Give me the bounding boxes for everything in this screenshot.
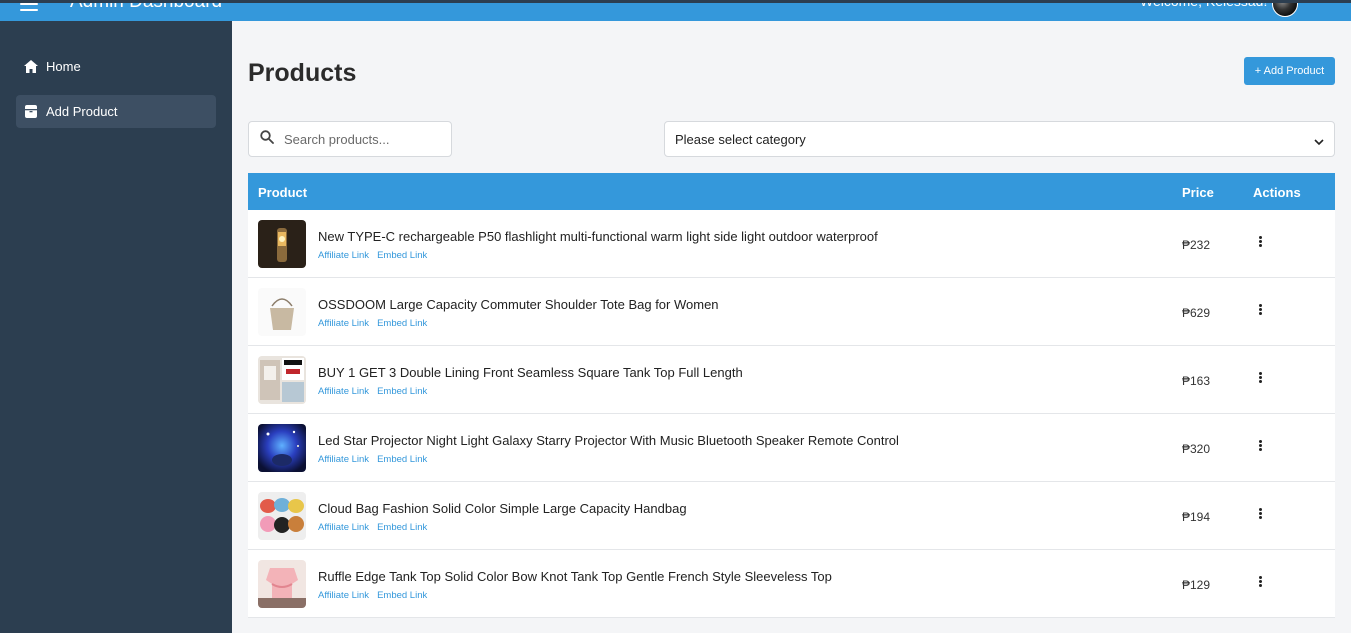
embed-link[interactable]: Embed Link [377,522,427,533]
category-select[interactable]: Please select category [664,121,1335,157]
product-name: OSSDOOM Large Capacity Commuter Shoulder… [318,297,719,312]
column-header-price: Price [1182,185,1214,200]
product-thumbnail [258,560,306,608]
table-row: BUY 1 GET 3 Double Lining Front Seamless… [248,346,1335,414]
sidebar-item-home[interactable]: Home [16,50,216,83]
column-header-actions: Actions [1253,185,1301,200]
product-thumbnail [258,424,306,472]
home-icon [24,60,38,74]
table-row: Led Star Projector Night Light Galaxy St… [248,414,1335,482]
embed-link[interactable]: Embed Link [377,590,427,601]
product-name: Led Star Projector Night Light Galaxy St… [318,433,899,448]
product-name: Ruffle Edge Tank Top Solid Color Bow Kno… [318,569,832,584]
product-name: New TYPE-C rechargeable P50 flashlight m… [318,229,878,244]
sidebar-item-label: Add Product [46,104,118,119]
search-input[interactable] [284,131,444,147]
product-price: ₱629 [1182,306,1211,320]
table-row: Ruffle Edge Tank Top Solid Color Bow Kno… [248,550,1335,618]
category-select-value: Please select category [675,131,806,147]
top-bar: Admin Dashboard Welcome, Kelessad! [0,0,1351,21]
embed-link[interactable]: Embed Link [377,318,427,329]
product-price: ₱163 [1182,374,1211,388]
product-price: ₱129 [1182,578,1211,592]
more-actions-icon[interactable] [1254,304,1266,318]
page-title: Products [248,59,357,87]
product-price: ₱232 [1182,238,1211,252]
app-title: Admin Dashboard [70,0,223,12]
embed-link[interactable]: Embed Link [377,454,427,465]
affiliate-link[interactable]: Affiliate Link [318,590,369,601]
affiliate-link[interactable]: Affiliate Link [318,318,369,329]
product-price: ₱194 [1182,510,1211,524]
table-header: Product Price Actions [248,173,1335,210]
affiliate-link[interactable]: Affiliate Link [318,454,369,465]
chevron-down-icon [1314,134,1324,149]
affiliate-link[interactable]: Affiliate Link [318,522,369,533]
add-product-button[interactable]: + Add Product [1244,57,1335,85]
sidebar-item-add-product[interactable]: Add Product [16,95,216,128]
search-icon [260,129,274,149]
column-header-product: Product [258,185,308,200]
main-content: Products + Add Product Please select cat… [232,21,1351,633]
product-thumbnail [258,356,306,404]
product-name: Cloud Bag Fashion Solid Color Simple Lar… [318,501,687,516]
sidebar: Home Add Product [0,21,232,633]
sidebar-item-label: Home [46,59,81,74]
product-thumbnail [258,288,306,336]
affiliate-link[interactable]: Affiliate Link [318,386,369,397]
more-actions-icon[interactable] [1254,508,1266,522]
product-thumbnail [258,492,306,540]
box-icon [24,105,38,119]
product-name: BUY 1 GET 3 Double Lining Front Seamless… [318,365,743,380]
embed-link[interactable]: Embed Link [377,250,427,261]
more-actions-icon[interactable] [1254,236,1266,250]
more-actions-icon[interactable] [1254,372,1266,386]
table-row: Cloud Bag Fashion Solid Color Simple Lar… [248,482,1335,550]
products-table: Product Price Actions New TYPE-C recharg… [248,173,1335,618]
more-actions-icon[interactable] [1254,576,1266,590]
embed-link[interactable]: Embed Link [377,386,427,397]
avatar[interactable] [1272,3,1298,17]
search-box[interactable] [248,121,452,157]
affiliate-link[interactable]: Affiliate Link [318,250,369,261]
table-row: New TYPE-C rechargeable P50 flashlight m… [248,210,1335,278]
more-actions-icon[interactable] [1254,440,1266,454]
menu-icon[interactable] [20,3,38,11]
product-thumbnail [258,220,306,268]
welcome-text: Welcome, Kelessad! [1140,0,1268,9]
table-row: OSSDOOM Large Capacity Commuter Shoulder… [248,278,1335,346]
product-price: ₱320 [1182,442,1211,456]
